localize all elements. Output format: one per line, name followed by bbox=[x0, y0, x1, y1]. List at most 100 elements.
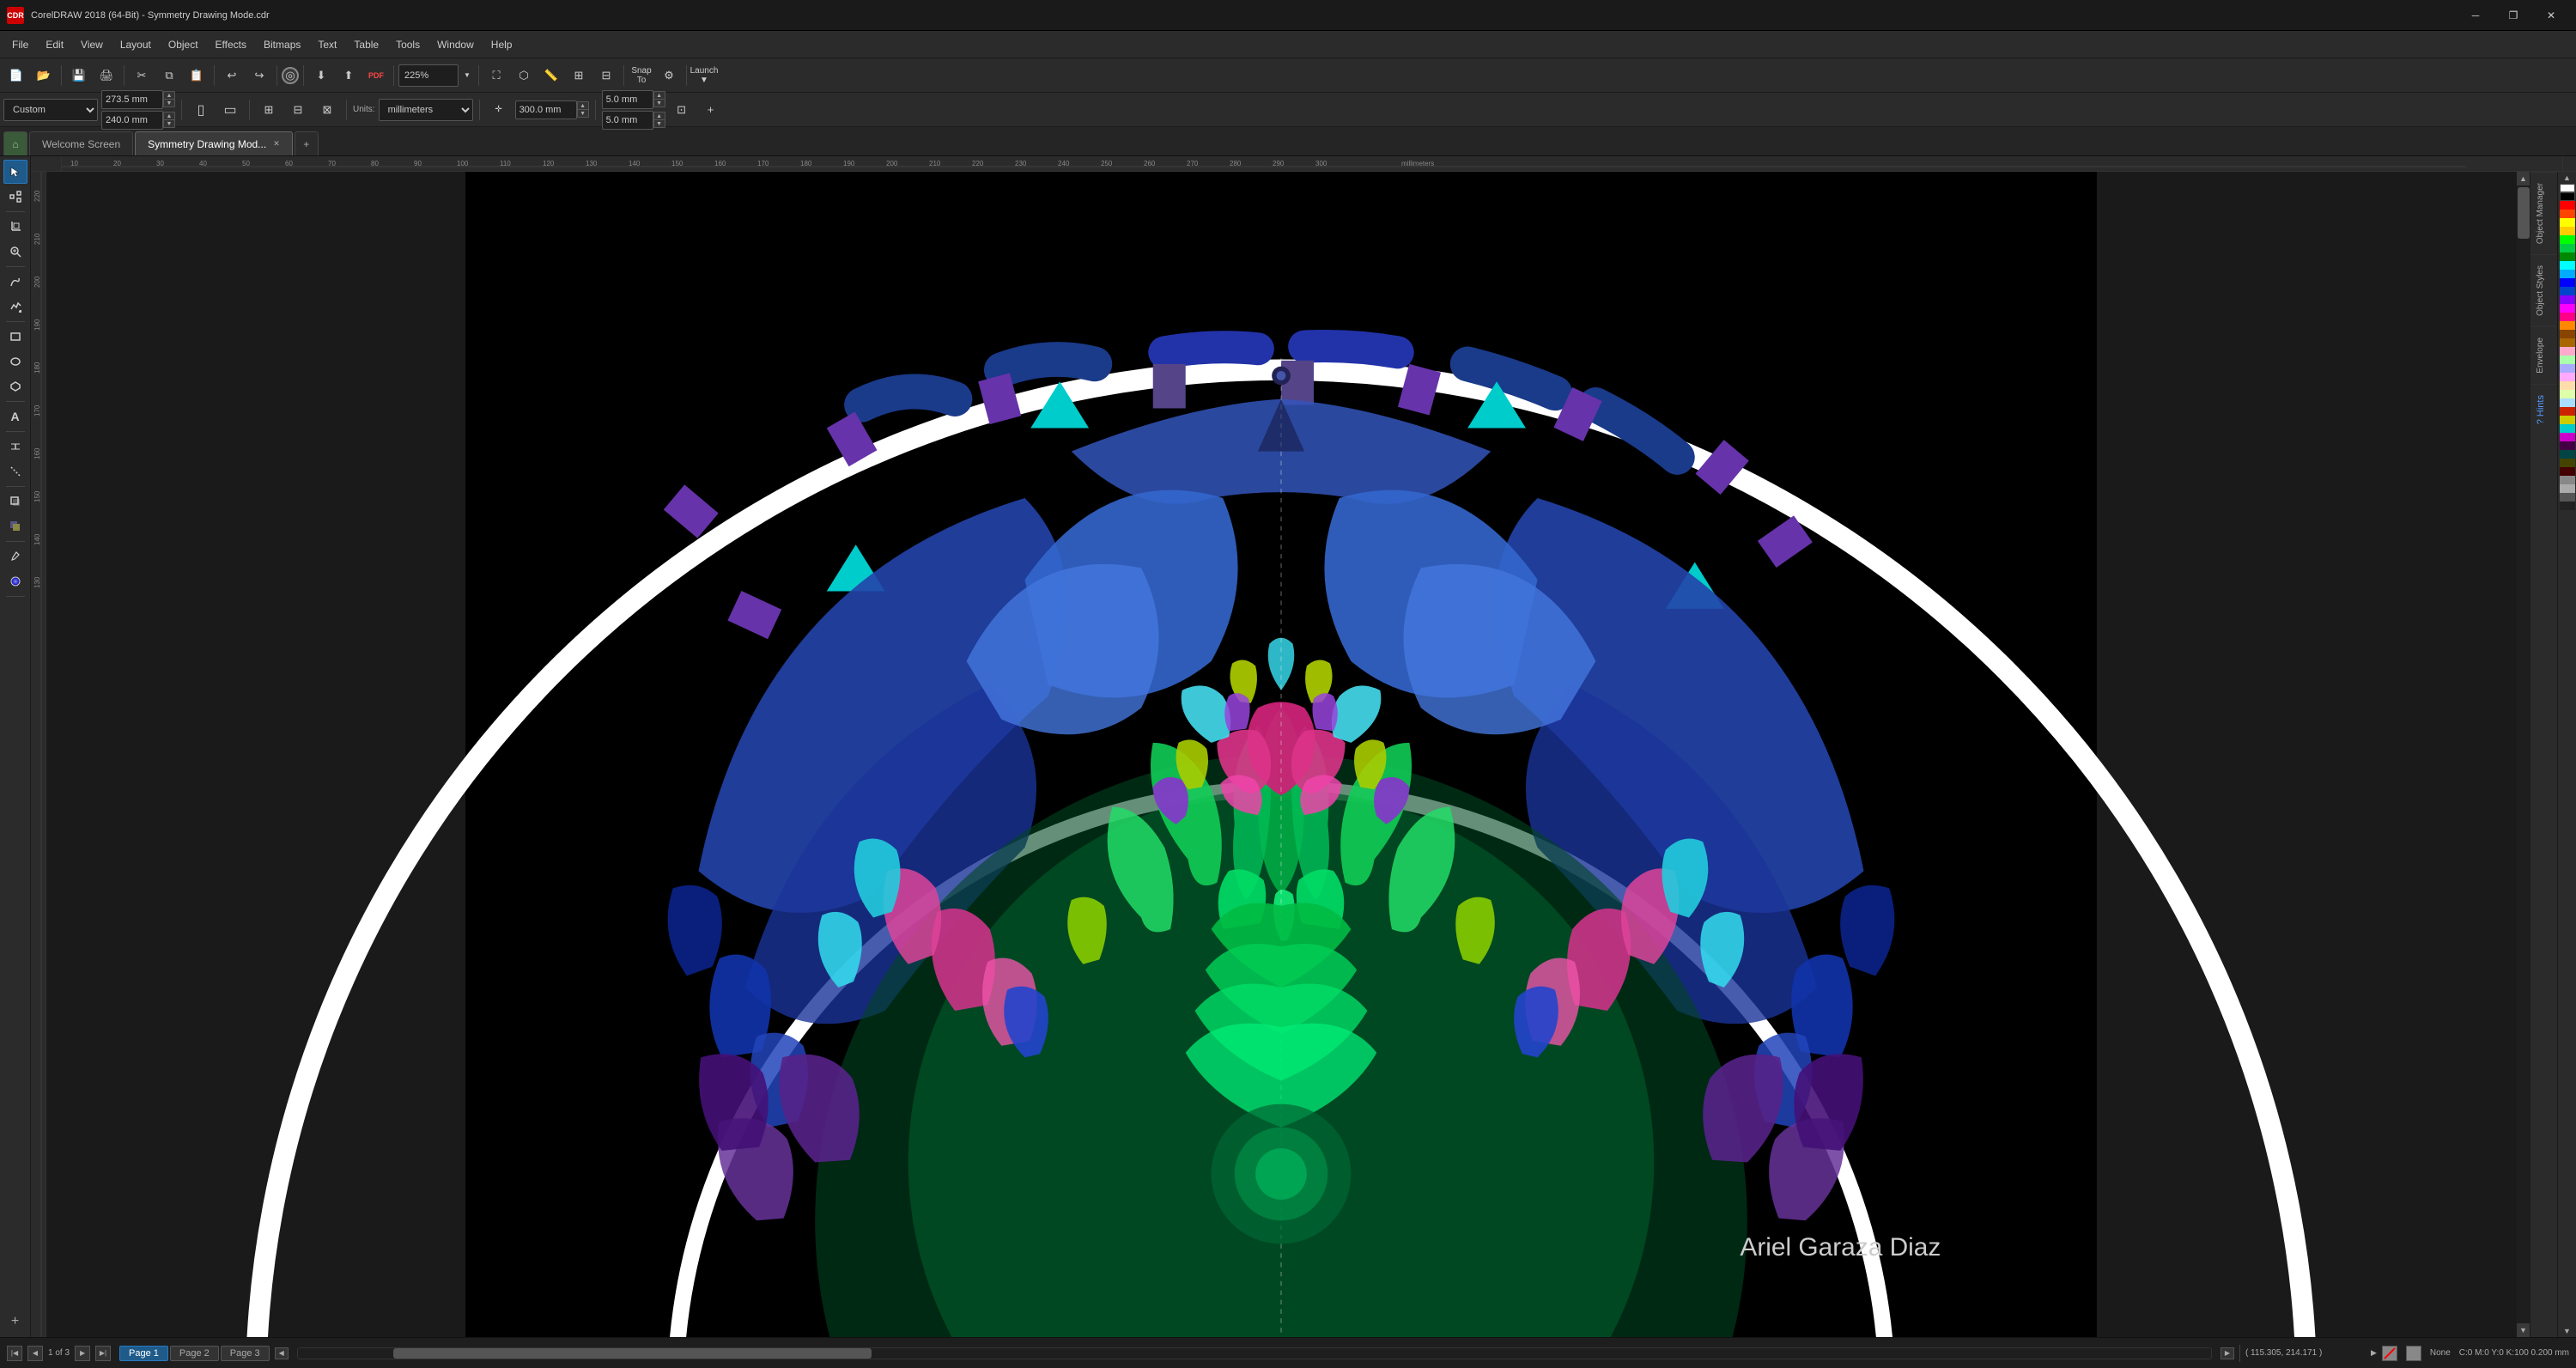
tool-select[interactable] bbox=[3, 160, 27, 184]
menu-view[interactable]: View bbox=[72, 35, 112, 54]
open-button[interactable]: 📂 bbox=[31, 63, 57, 88]
color-teal[interactable] bbox=[2560, 424, 2575, 433]
rulers-button[interactable]: 📏 bbox=[538, 63, 564, 88]
page-first-button[interactable]: |◀ bbox=[7, 1346, 22, 1361]
color-purple[interactable] bbox=[2560, 433, 2575, 441]
portrait-button[interactable]: ▯ bbox=[188, 97, 214, 123]
tab-close-icon[interactable]: ✕ bbox=[273, 139, 280, 149]
color-blue[interactable] bbox=[2560, 278, 2575, 287]
tab-add[interactable]: + bbox=[295, 131, 319, 155]
panel-hints[interactable]: ? Hints bbox=[2530, 384, 2557, 435]
landscape-button[interactable]: ▭ bbox=[217, 97, 243, 123]
scroll-left-button[interactable]: ◀ bbox=[275, 1347, 289, 1359]
snap-button[interactable]: ◎ bbox=[282, 67, 299, 84]
panel-object-manager[interactable]: Object Manager bbox=[2530, 172, 2557, 254]
color-gold[interactable] bbox=[2560, 227, 2575, 235]
doc-height-down[interactable]: ▼ bbox=[163, 119, 175, 128]
color-gray[interactable] bbox=[2560, 476, 2575, 484]
panel-envelope[interactable]: Envelope bbox=[2530, 326, 2557, 384]
color-white[interactable] bbox=[2560, 184, 2575, 192]
color-red[interactable] bbox=[2560, 201, 2575, 210]
menu-help[interactable]: Help bbox=[483, 35, 521, 54]
menu-object[interactable]: Object bbox=[160, 35, 207, 54]
doc-height-input[interactable] bbox=[101, 111, 163, 130]
color-violet[interactable] bbox=[2560, 295, 2575, 304]
doc-width-input[interactable] bbox=[101, 90, 163, 109]
tool-shadow[interactable] bbox=[3, 489, 27, 514]
tab-home[interactable]: ⌂ bbox=[3, 131, 27, 155]
tab-welcome[interactable]: Welcome Screen bbox=[29, 131, 133, 155]
color-yellow-green[interactable] bbox=[2560, 390, 2575, 398]
close-button[interactable]: ✕ bbox=[2533, 3, 2569, 27]
color-light-gray[interactable] bbox=[2560, 484, 2575, 493]
tool-polygon[interactable] bbox=[3, 374, 27, 398]
x-pos-input[interactable] bbox=[515, 100, 577, 119]
scroll-right-button[interactable]: ▶ bbox=[2221, 1347, 2234, 1359]
page-tab-3[interactable]: Page 3 bbox=[221, 1346, 270, 1361]
menu-tools[interactable]: Tools bbox=[387, 35, 428, 54]
undo-button[interactable]: ↩ bbox=[219, 63, 245, 88]
doc-size-dropdown[interactable]: Custom bbox=[3, 99, 98, 121]
cut-button[interactable]: ✂ bbox=[129, 63, 155, 88]
color-light-pink[interactable] bbox=[2560, 347, 2575, 356]
x-down[interactable]: ▼ bbox=[577, 109, 589, 118]
wireframe-button[interactable]: ⬡ bbox=[511, 63, 537, 88]
tool-node-edit[interactable] bbox=[3, 185, 27, 209]
page-margins-button[interactable]: ⊞ bbox=[256, 97, 282, 123]
menu-file[interactable]: File bbox=[3, 35, 37, 54]
vertical-scrollbar[interactable]: ▲ ▼ bbox=[2516, 172, 2530, 1337]
color-near-black[interactable] bbox=[2560, 502, 2575, 510]
tool-rectangle[interactable] bbox=[3, 325, 27, 349]
new-button[interactable]: 📄 bbox=[3, 63, 29, 88]
snap-to-button[interactable]: Snap To bbox=[629, 63, 654, 88]
color-sky-blue[interactable] bbox=[2560, 270, 2575, 278]
h-down[interactable]: ▼ bbox=[653, 119, 665, 128]
scroll-up-button[interactable]: ▲ bbox=[2517, 172, 2530, 185]
color-olive[interactable] bbox=[2560, 416, 2575, 424]
color-pink[interactable] bbox=[2560, 313, 2575, 321]
color-cyan[interactable] bbox=[2560, 261, 2575, 270]
page-tab-1[interactable]: Page 1 bbox=[119, 1346, 168, 1361]
horizontal-scrollbar[interactable] bbox=[297, 1347, 2212, 1359]
color-light-blue[interactable] bbox=[2560, 364, 2575, 373]
tool-add-page[interactable]: + bbox=[3, 1310, 27, 1334]
page-prev-button[interactable]: ◀ bbox=[27, 1346, 43, 1361]
layout-button[interactable]: ⊠ bbox=[314, 97, 340, 123]
color-dark-green[interactable] bbox=[2560, 252, 2575, 261]
add-page-button[interactable]: + bbox=[698, 97, 724, 123]
panel-object-styles[interactable]: Object Styles bbox=[2530, 254, 2557, 326]
pdf-button[interactable]: PDF bbox=[363, 63, 389, 88]
color-lime[interactable] bbox=[2560, 235, 2575, 244]
scroll-thumb-v[interactable] bbox=[2518, 187, 2530, 239]
redo-button[interactable]: ↪ bbox=[246, 63, 272, 88]
tool-fill[interactable] bbox=[3, 514, 27, 538]
color-dark-red[interactable] bbox=[2560, 407, 2575, 416]
color-magenta[interactable] bbox=[2560, 304, 2575, 313]
menu-edit[interactable]: Edit bbox=[37, 35, 72, 54]
color-dark-purple[interactable] bbox=[2560, 441, 2575, 450]
color-green[interactable] bbox=[2560, 244, 2575, 252]
color-pale-blue[interactable] bbox=[2560, 398, 2575, 407]
paste-button[interactable]: 📋 bbox=[184, 63, 210, 88]
menu-text[interactable]: Text bbox=[309, 35, 345, 54]
canvas-area[interactable]: Ariel Garaza Diaz bbox=[46, 172, 2516, 1337]
color-brown[interactable] bbox=[2560, 330, 2575, 338]
transform-button[interactable]: ⊡ bbox=[669, 97, 695, 123]
save-button[interactable]: 💾 bbox=[66, 63, 92, 88]
color-dark-olive[interactable] bbox=[2560, 459, 2575, 467]
units-dropdown[interactable]: millimeters bbox=[379, 99, 473, 121]
color-peach[interactable] bbox=[2560, 381, 2575, 390]
color-orange[interactable] bbox=[2560, 321, 2575, 330]
export-button[interactable]: ⬆ bbox=[336, 63, 361, 88]
import-button[interactable]: ⬇ bbox=[308, 63, 334, 88]
guidelines-button[interactable]: ⊟ bbox=[593, 63, 619, 88]
tool-smart-draw[interactable] bbox=[3, 295, 27, 319]
copy-button[interactable]: ⧉ bbox=[156, 63, 182, 88]
color-dark-blue[interactable] bbox=[2560, 287, 2575, 295]
full-screen-button[interactable]: ⛶ bbox=[483, 63, 509, 88]
color-yellow[interactable] bbox=[2560, 218, 2575, 227]
tool-freehand[interactable] bbox=[3, 270, 27, 294]
color-dark-gray[interactable] bbox=[2560, 493, 2575, 502]
print-button[interactable]: 🖨 bbox=[94, 63, 119, 88]
tool-eyedropper[interactable] bbox=[3, 544, 27, 568]
